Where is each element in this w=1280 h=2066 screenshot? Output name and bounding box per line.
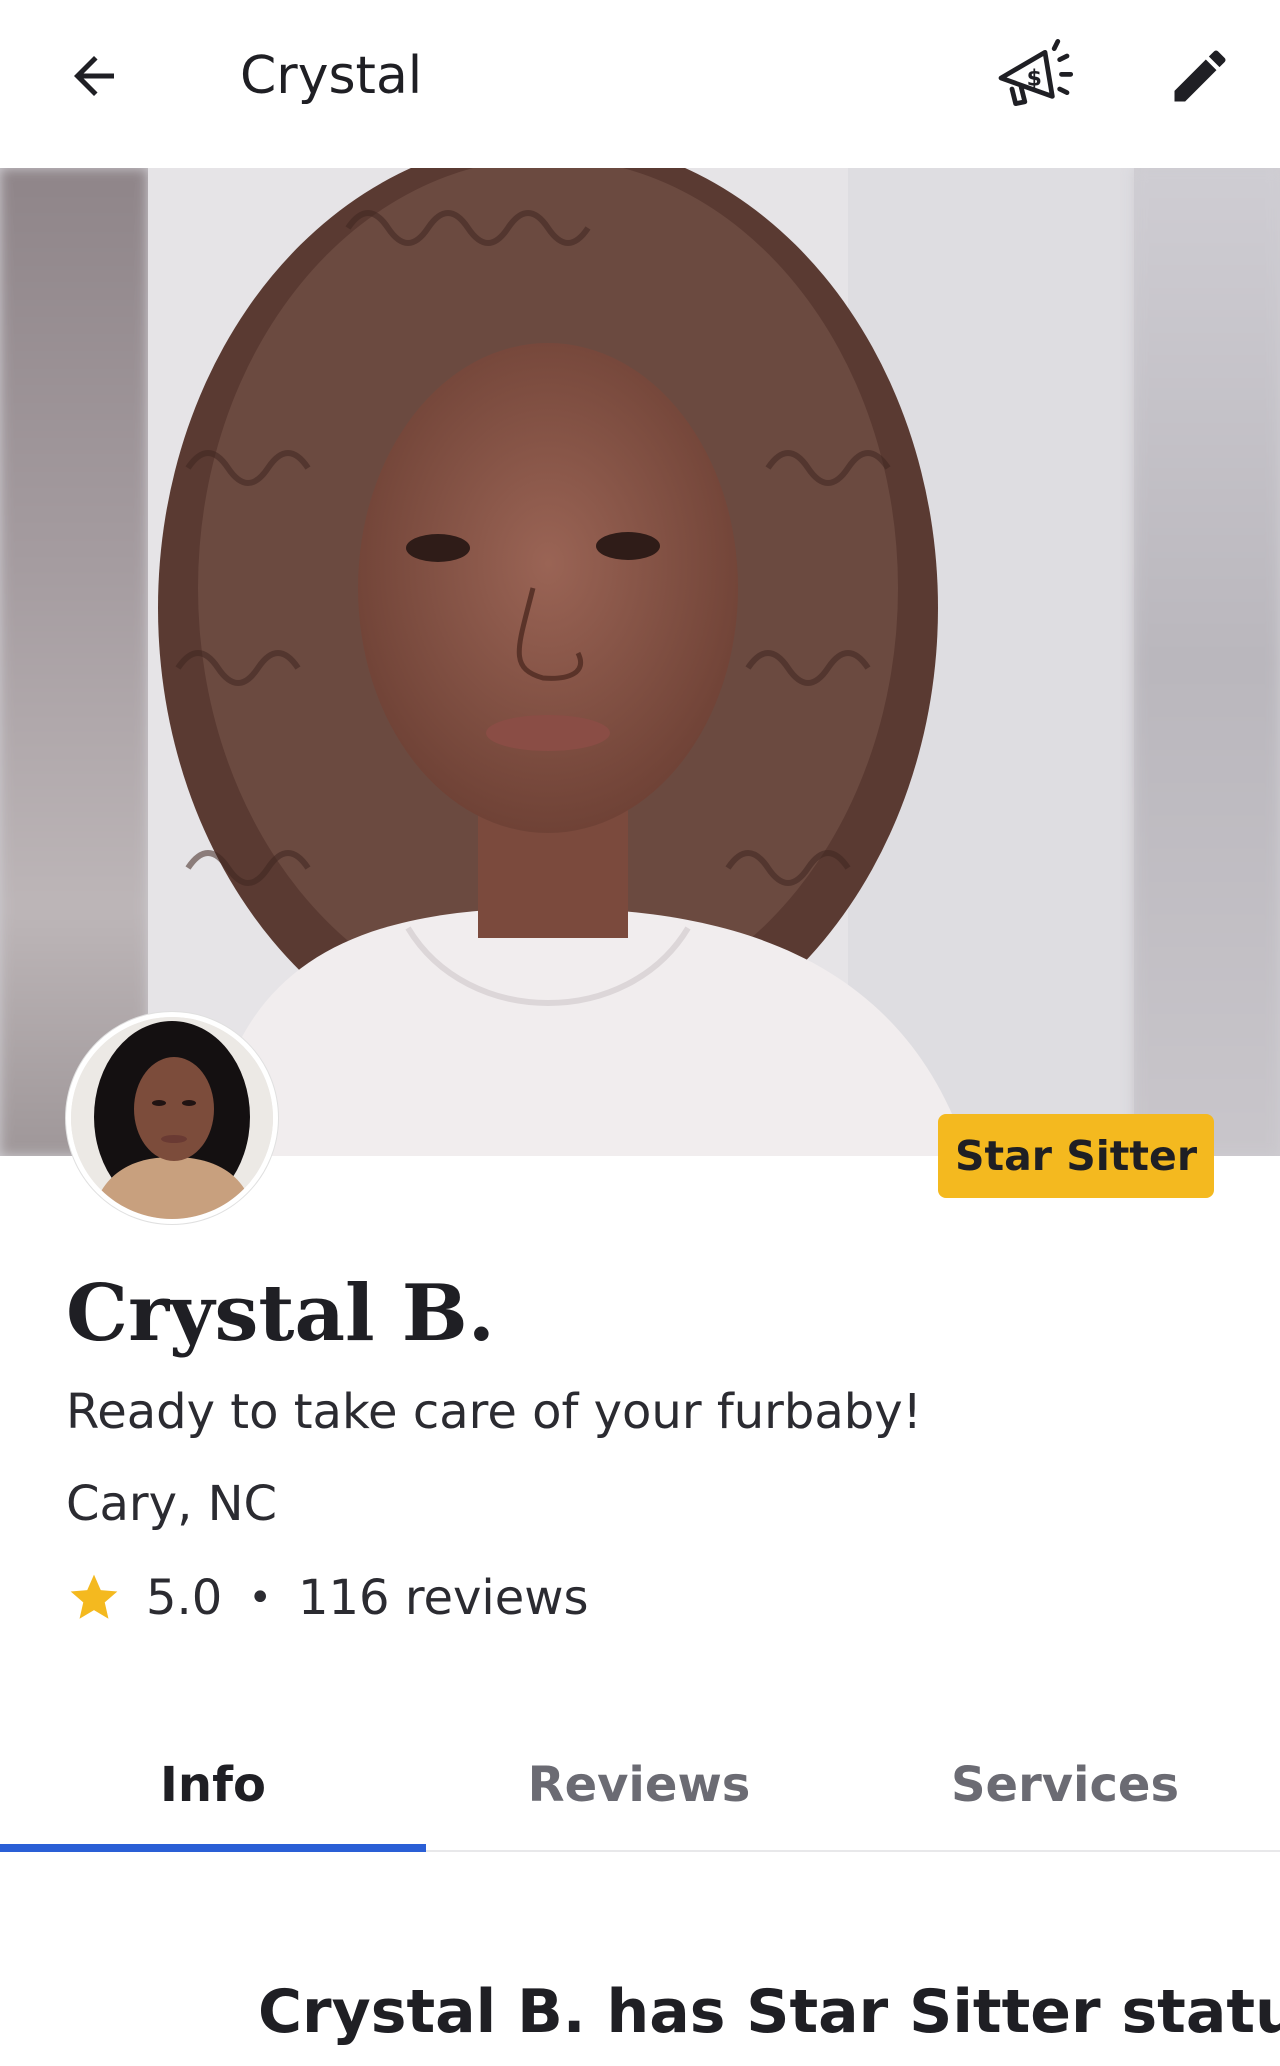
photo-carousel[interactable] — [0, 168, 1280, 1156]
star-sitter-badge: Star Sitter — [938, 1114, 1214, 1198]
edit-button[interactable] — [1160, 36, 1240, 116]
star-icon — [70, 1574, 118, 1619]
previous-photo[interactable] — [0, 168, 148, 1156]
next-photo[interactable] — [1134, 168, 1280, 1156]
svg-text:$: $ — [1027, 66, 1042, 91]
avatar-image — [71, 1017, 273, 1219]
profile-photo-image — [148, 168, 1134, 1156]
tab-services[interactable]: Services — [852, 1720, 1278, 1850]
top-app-bar: Crystal $ — [0, 0, 1280, 168]
review-count[interactable]: 116 reviews — [298, 1570, 589, 1626]
tab-reviews[interactable]: Reviews — [426, 1720, 852, 1850]
avatar[interactable] — [66, 1012, 278, 1224]
sitter-location: Cary, NC — [66, 1476, 278, 1532]
pencil-icon — [1174, 50, 1226, 102]
profile-tabs: Info Reviews Services — [0, 1720, 1280, 1852]
profile-photo[interactable] — [148, 168, 1134, 1156]
rating-value: 5.0 — [146, 1570, 223, 1626]
tab-info[interactable]: Info — [0, 1720, 426, 1852]
sitter-tagline: Ready to take care of your furbaby! — [66, 1384, 922, 1440]
promote-button[interactable]: $ — [988, 32, 1080, 124]
megaphone-dollar-icon: $ — [998, 38, 1074, 107]
arrow-left-icon — [74, 56, 114, 96]
rating-summary[interactable]: 5.0 • 116 reviews — [66, 1566, 589, 1630]
star-sitter-status-heading: Crystal B. has Star Sitter status — [258, 1977, 1280, 2047]
page-title: Crystal — [240, 46, 423, 106]
sitter-name: Crystal B. — [66, 1268, 495, 1359]
back-button[interactable] — [58, 40, 130, 112]
rating-separator: • — [248, 1575, 272, 1621]
